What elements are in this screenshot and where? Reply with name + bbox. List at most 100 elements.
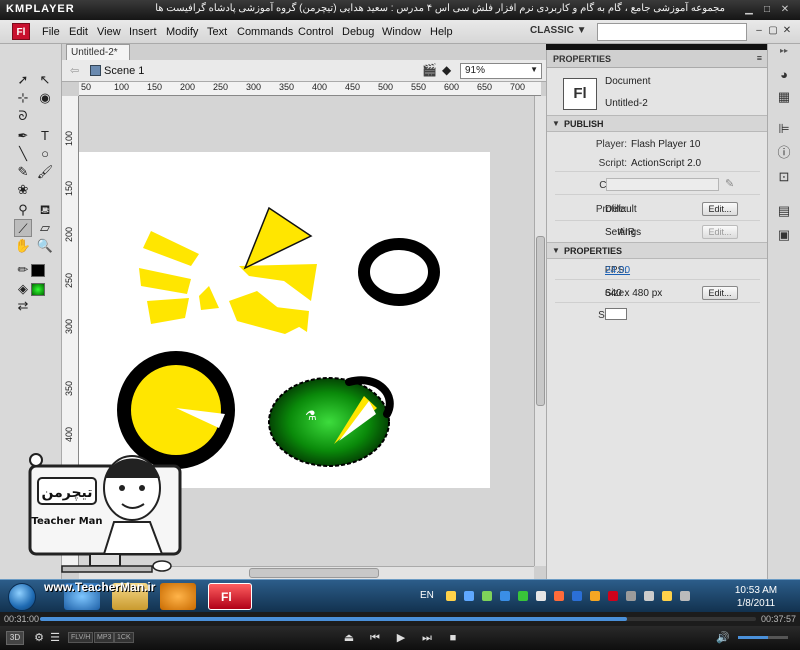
- minimize-icon[interactable]: ▁: [742, 3, 756, 16]
- vertical-scroll-thumb[interactable]: [536, 236, 545, 406]
- free-transform-tool-icon[interactable]: ⊹: [14, 89, 32, 107]
- tray-icon[interactable]: [662, 591, 672, 601]
- app-restore-icon[interactable]: ▢: [767, 25, 779, 37]
- document-tab[interactable]: Untitled-2*: [66, 44, 130, 60]
- help-search-input[interactable]: [597, 23, 747, 41]
- black-ring-shape[interactable]: [358, 238, 440, 306]
- 3d-mode-icon[interactable]: 3D: [6, 631, 24, 645]
- tray-icon[interactable]: [572, 591, 582, 601]
- edit-symbols-icon[interactable]: ◆: [442, 63, 451, 77]
- back-arrow-icon[interactable]: ⇦: [70, 64, 79, 77]
- menu-text[interactable]: Text: [207, 26, 227, 38]
- menu-view[interactable]: View: [97, 26, 121, 38]
- fps-value[interactable]: 24.00: [605, 265, 630, 276]
- expand-panels-icon[interactable]: ▸▸: [770, 46, 798, 55]
- tray-icon[interactable]: [518, 591, 528, 601]
- menu-insert[interactable]: Insert: [129, 26, 157, 38]
- subselection-tool-icon[interactable]: ↖: [36, 71, 54, 89]
- tray-icon[interactable]: [536, 591, 546, 601]
- media-player-taskbar-icon[interactable]: [160, 583, 196, 610]
- menu-control[interactable]: Control: [298, 26, 333, 38]
- lasso-tool-icon[interactable]: ᘐ: [14, 107, 32, 125]
- eraser-tool-icon[interactable]: ▱: [36, 219, 54, 237]
- align-panel-icon[interactable]: ⊫: [775, 120, 793, 138]
- properties-section-header[interactable]: ▼ PROPERTIES: [547, 242, 768, 259]
- volume-tray-icon[interactable]: [644, 591, 654, 601]
- maximize-icon[interactable]: □: [760, 3, 774, 16]
- profile-edit-button[interactable]: Edit...: [702, 202, 738, 216]
- taskbar-clock[interactable]: 10:53 AM 1/8/2011: [713, 584, 799, 610]
- stop-icon[interactable]: ■: [446, 631, 460, 645]
- air-edit-button[interactable]: Edit...: [702, 225, 738, 239]
- pencil-icon[interactable]: ✎: [725, 177, 734, 190]
- play-icon[interactable]: ▶: [394, 631, 408, 645]
- app-minimize-icon[interactable]: –: [753, 25, 765, 37]
- green-gradient-shape[interactable]: ⚗: [268, 376, 394, 467]
- fill-color-icon[interactable]: ◈: [14, 280, 32, 298]
- workspace-switcher[interactable]: CLASSIC ▼: [530, 25, 587, 36]
- 3d-rotation-tool-icon[interactable]: ◉: [36, 89, 54, 107]
- menu-file[interactable]: File: [42, 26, 60, 38]
- previous-icon[interactable]: ⏮: [368, 631, 382, 645]
- menu-icon[interactable]: ☰: [48, 631, 62, 645]
- panel-menu-icon[interactable]: ≡: [757, 53, 762, 63]
- next-icon[interactable]: ⏭: [420, 631, 434, 645]
- horizontal-scroll-thumb[interactable]: [249, 568, 379, 578]
- tray-icon[interactable]: [590, 591, 600, 601]
- volume-slider[interactable]: [738, 636, 788, 639]
- line-tool-icon[interactable]: ╲: [14, 145, 32, 163]
- menu-help[interactable]: Help: [430, 26, 453, 38]
- components-panel-icon[interactable]: ▤: [775, 202, 793, 220]
- swatches-panel-icon[interactable]: ▦: [775, 88, 793, 106]
- paint-bucket-tool-icon[interactable]: ⛾: [36, 201, 54, 219]
- hand-tool-icon[interactable]: ✋: [14, 237, 32, 255]
- publish-section-header[interactable]: ▼ PUBLISH: [547, 115, 768, 132]
- class-input[interactable]: [606, 178, 719, 191]
- close-icon[interactable]: ✕: [778, 3, 792, 16]
- yellow-pie-shape[interactable]: [139, 206, 317, 334]
- player-seek-bar[interactable]: 00:31:00 00:37:57: [0, 612, 800, 626]
- language-indicator[interactable]: EN: [420, 590, 434, 601]
- tray-icon[interactable]: [500, 591, 510, 601]
- pencil-tool-icon[interactable]: ✎: [14, 163, 32, 181]
- tray-icon[interactable]: [464, 591, 474, 601]
- transform-panel-icon[interactable]: ⊡: [775, 168, 793, 186]
- pen-tool-icon[interactable]: ✒: [14, 127, 32, 145]
- color-panel-icon[interactable]: ◕: [775, 66, 793, 84]
- volume-icon[interactable]: 🔊: [716, 631, 730, 645]
- eject-icon[interactable]: ⏏: [342, 631, 356, 645]
- swap-colors-icon[interactable]: ⇄: [14, 297, 32, 315]
- library-panel-icon[interactable]: ▣: [775, 226, 793, 244]
- fill-color-swatch[interactable]: [31, 283, 45, 296]
- start-button[interactable]: [8, 583, 36, 611]
- properties-tab[interactable]: PROPERTIES ≡: [547, 50, 768, 68]
- seek-track[interactable]: [40, 617, 756, 621]
- tray-icon[interactable]: [608, 591, 618, 601]
- stroke-color-icon[interactable]: ✏: [14, 261, 32, 279]
- tray-icon[interactable]: [554, 591, 564, 601]
- text-tool-icon[interactable]: T: [36, 127, 54, 145]
- size-edit-button[interactable]: Edit...: [702, 286, 738, 300]
- oval-tool-icon[interactable]: ○: [36, 145, 54, 163]
- menu-modify[interactable]: Modify: [166, 26, 198, 38]
- menu-window[interactable]: Window: [382, 26, 421, 38]
- network-tray-icon[interactable]: [680, 591, 690, 601]
- vertical-scrollbar[interactable]: [534, 96, 546, 566]
- zoom-tool-icon[interactable]: 🔍: [36, 237, 54, 255]
- menu-commands[interactable]: Commands: [237, 26, 293, 38]
- tray-icon[interactable]: [446, 591, 456, 601]
- menu-edit[interactable]: Edit: [69, 26, 88, 38]
- zoom-select[interactable]: 91% ▼: [460, 63, 542, 79]
- tray-icon[interactable]: [626, 591, 636, 601]
- brush-tool-icon[interactable]: 🖌: [36, 163, 54, 181]
- selection-tool-icon[interactable]: ➚: [14, 71, 32, 89]
- eyedropper-tool-icon[interactable]: ⟋: [14, 219, 32, 237]
- stage-color-swatch[interactable]: [605, 308, 627, 320]
- menu-debug[interactable]: Debug: [342, 26, 374, 38]
- app-close-icon[interactable]: ✕: [781, 25, 793, 37]
- flash-taskbar-button[interactable]: Fl: [208, 583, 252, 610]
- tray-icon[interactable]: [482, 591, 492, 601]
- yellow-circle-shape[interactable]: [117, 351, 235, 469]
- stroke-color-swatch[interactable]: [31, 264, 45, 277]
- bone-tool-icon[interactable]: ⚲: [14, 201, 32, 219]
